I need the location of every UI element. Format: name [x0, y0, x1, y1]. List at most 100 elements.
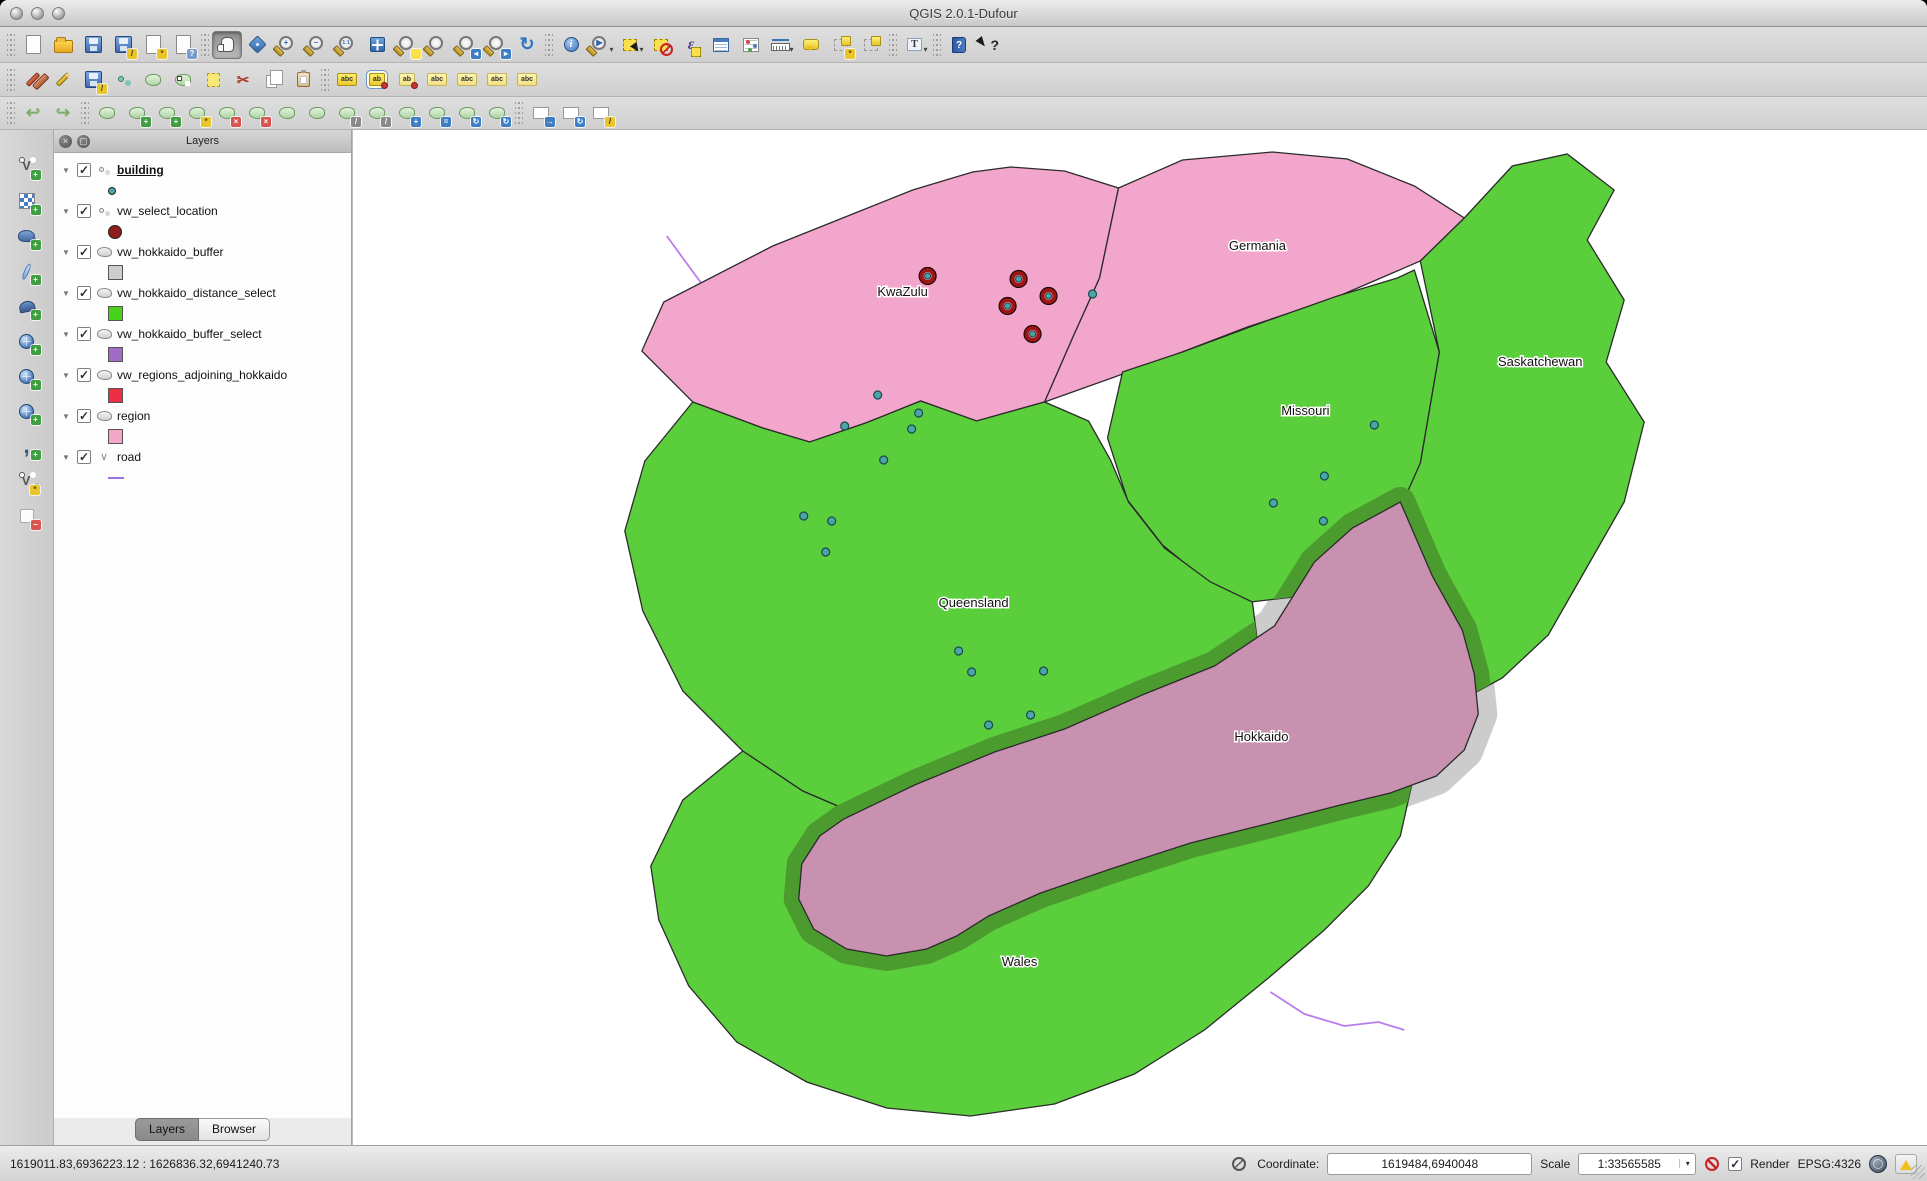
zoom-last-button[interactable]: ◂: [452, 31, 482, 59]
layer-item-vw_hokkaido_buffer[interactable]: ▼✓vw_hokkaido_buffer: [62, 241, 351, 263]
close-window-button[interactable]: [10, 7, 23, 20]
extents-toggle-icon[interactable]: [1229, 1154, 1249, 1174]
tab-layers[interactable]: Layers: [135, 1118, 199, 1141]
expand-triangle-icon[interactable]: ▼: [62, 248, 72, 257]
add-postgis-layer-button[interactable]: +: [12, 222, 42, 250]
delete-ring-button[interactable]: ×: [212, 99, 242, 127]
change-label-button[interactable]: abc: [482, 66, 512, 94]
rotate-feature-button[interactable]: ↻: [452, 99, 482, 127]
label-properties-button[interactable]: abc: [512, 66, 542, 94]
save-project-as-button[interactable]: /: [108, 31, 138, 59]
help-contents-button[interactable]: ?: [944, 31, 974, 59]
expand-triangle-icon[interactable]: ▼: [62, 289, 72, 298]
fill-ring-button[interactable]: *: [182, 99, 212, 127]
layer-visibility-checkbox[interactable]: ✓: [77, 163, 91, 177]
new-bookmark-button[interactable]: *: [826, 31, 856, 59]
zoom-to-layer-button[interactable]: [422, 31, 452, 59]
deselect-features-button[interactable]: [646, 31, 676, 59]
undo-button[interactable]: ↩: [18, 99, 48, 127]
resize-grip[interactable]: [1911, 1165, 1925, 1179]
move-feature-button[interactable]: [138, 66, 168, 94]
reshape-features-button[interactable]: [302, 99, 332, 127]
crs-status-icon[interactable]: [1869, 1155, 1887, 1173]
merge-features-button[interactable]: +: [392, 99, 422, 127]
layer-item-building[interactable]: ▼✓building: [62, 159, 351, 181]
text-annotation-button[interactable]: T▾: [900, 31, 930, 59]
trace-feature-button[interactable]: /: [586, 99, 616, 127]
composer-manager-button[interactable]: ?: [168, 31, 198, 59]
move-label-button[interactable]: ab: [362, 66, 392, 94]
split-features-button[interactable]: /: [332, 99, 362, 127]
copy-move-feature-button[interactable]: →: [526, 99, 556, 127]
identify-features-button[interactable]: i: [556, 31, 586, 59]
show-bookmarks-button[interactable]: [856, 31, 886, 59]
cut-features-button[interactable]: ✂: [228, 66, 258, 94]
layer-item-vw_select_location[interactable]: ▼✓vw_select_location: [62, 200, 351, 222]
add-vector-layer-button[interactable]: V+: [12, 152, 42, 180]
layer-visibility-checkbox[interactable]: ✓: [77, 409, 91, 423]
add-wfs-layer-button[interactable]: +: [12, 397, 42, 425]
expand-triangle-icon[interactable]: ▼: [62, 412, 72, 421]
save-project-button[interactable]: [78, 31, 108, 59]
map-canvas[interactable]: KwaZuluGermaniaSaskatchewanMissouriQueen…: [352, 130, 1927, 1145]
zoom-next-button[interactable]: ▸: [482, 31, 512, 59]
map-tips-button[interactable]: [796, 31, 826, 59]
scale-combo[interactable]: 1:33565585 ▾: [1578, 1153, 1696, 1175]
pin-labels-button[interactable]: ab: [392, 66, 422, 94]
layer-item-vw_hokkaido_distance_select[interactable]: ▼✓vw_hokkaido_distance_select: [62, 282, 351, 304]
add-oracle-layer-button[interactable]: +: [12, 327, 42, 355]
layer-item-vw_regions_adjoining_hokkaido[interactable]: ▼✓vw_regions_adjoining_hokkaido: [62, 364, 351, 386]
zoom-out-button[interactable]: −: [302, 31, 332, 59]
rotate-label-button[interactable]: abc: [452, 66, 482, 94]
whats-this-button[interactable]: ?: [974, 31, 1004, 59]
redo-button[interactable]: ↪: [48, 99, 78, 127]
add-delimited-text-layer-button[interactable]: ,+: [12, 432, 42, 460]
paste-features-button[interactable]: [288, 66, 318, 94]
open-attribute-table-button[interactable]: [706, 31, 736, 59]
combo-arrow-icon[interactable]: ▾: [1679, 1159, 1695, 1168]
run-feature-action-button[interactable]: ▶▾: [586, 31, 616, 59]
simplify-feature-button[interactable]: [92, 99, 122, 127]
select-features-button[interactable]: ▾: [616, 31, 646, 59]
select-by-expression-button[interactable]: ε: [676, 31, 706, 59]
continue-feature-button[interactable]: ↻: [556, 99, 586, 127]
pan-to-selection-button[interactable]: [242, 31, 272, 59]
zoom-full-button[interactable]: [362, 31, 392, 59]
zoom-window-button[interactable]: [52, 7, 65, 20]
layer-item-road[interactable]: ▼✓∨road: [62, 446, 351, 468]
expand-triangle-icon[interactable]: ▼: [62, 371, 72, 380]
expand-triangle-icon[interactable]: ▼: [62, 330, 72, 339]
zoom-to-selection-button[interactable]: [392, 31, 422, 59]
field-calculator-button[interactable]: [736, 31, 766, 59]
merge-attributes-button[interactable]: =: [422, 99, 452, 127]
new-shapefile-layer-button[interactable]: V*▾: [12, 467, 42, 495]
layer-visibility-checkbox[interactable]: ✓: [77, 450, 91, 464]
expand-triangle-icon[interactable]: ▼: [62, 166, 72, 175]
zoom-in-button[interactable]: +: [272, 31, 302, 59]
rotate-point-symbols-button[interactable]: ↻: [482, 99, 512, 127]
coordinate-input[interactable]: 1619484,6940048: [1327, 1153, 1532, 1175]
current-edits-button[interactable]: [18, 66, 48, 94]
add-feature-button[interactable]: [108, 66, 138, 94]
add-spatialite-layer-button[interactable]: +: [12, 257, 42, 285]
layer-visibility-checkbox[interactable]: ✓: [77, 245, 91, 259]
delete-part-button[interactable]: ×: [242, 99, 272, 127]
copy-features-button[interactable]: [258, 66, 288, 94]
layer-item-region[interactable]: ▼✓region: [62, 405, 351, 427]
expand-triangle-icon[interactable]: ▼: [62, 453, 72, 462]
add-wms-layer-button[interactable]: +: [12, 362, 42, 390]
layer-visibility-checkbox[interactable]: ✓: [77, 286, 91, 300]
open-project-button[interactable]: [48, 31, 78, 59]
tab-browser[interactable]: Browser: [199, 1118, 270, 1141]
offset-curve-button[interactable]: [272, 99, 302, 127]
labeling-button[interactable]: abc: [332, 66, 362, 94]
add-ring-button[interactable]: +: [122, 99, 152, 127]
measure-button[interactable]: ▾: [766, 31, 796, 59]
remove-layer-button[interactable]: −: [12, 502, 42, 530]
node-tool-button[interactable]: [168, 66, 198, 94]
zoom-native-button[interactable]: 1:1: [332, 31, 362, 59]
layer-visibility-checkbox[interactable]: ✓: [77, 204, 91, 218]
expand-triangle-icon[interactable]: ▼: [62, 207, 72, 216]
minimize-window-button[interactable]: [31, 7, 44, 20]
new-project-button[interactable]: [18, 31, 48, 59]
